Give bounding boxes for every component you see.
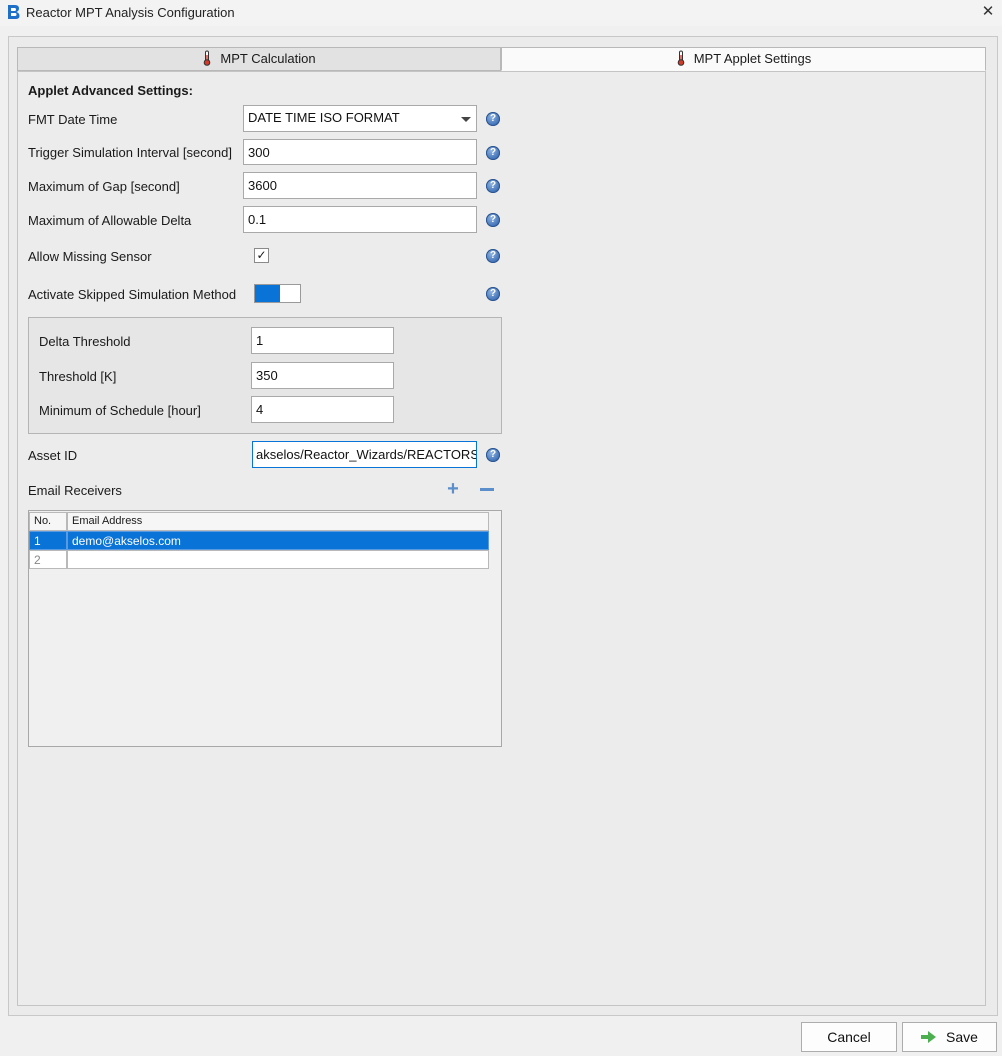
help-icon[interactable]: ?	[486, 112, 500, 126]
add-email-button[interactable]: +	[446, 479, 460, 499]
max-gap-label: Maximum of Gap [second]	[28, 179, 180, 194]
min-schedule-label: Minimum of Schedule [hour]	[39, 403, 201, 418]
asset-id-label: Asset ID	[28, 448, 78, 463]
toggle-on-indicator	[255, 285, 280, 302]
help-icon[interactable]: ?	[486, 213, 500, 227]
fmt-date-time-label: FMT Date Time	[28, 112, 118, 127]
column-header-no[interactable]: No.	[29, 512, 67, 531]
trigger-interval-label: Trigger Simulation Interval [second]	[28, 145, 233, 160]
max-gap-input[interactable]	[243, 172, 477, 199]
minus-icon	[480, 488, 494, 491]
threshold-k-input[interactable]	[251, 362, 394, 389]
max-delta-label: Maximum of Allowable Delta	[28, 213, 192, 228]
delta-threshold-input[interactable]	[251, 327, 394, 354]
help-icon[interactable]: ?	[486, 287, 500, 301]
help-icon[interactable]: ?	[486, 179, 500, 193]
trigger-interval-input[interactable]	[243, 139, 477, 165]
allow-missing-sensor-label: Allow Missing Sensor	[28, 249, 152, 264]
app-logo-icon	[8, 5, 20, 19]
fmt-date-time-select[interactable]: DATE TIME ISO FORMAT	[243, 105, 477, 132]
help-icon[interactable]: ?	[486, 146, 500, 160]
email-receivers-label: Email Receivers	[28, 483, 122, 498]
threshold-k-label: Threshold [K]	[39, 369, 117, 384]
fmt-date-time-value: DATE TIME ISO FORMAT	[248, 110, 400, 125]
asset-id-input[interactable]	[252, 441, 477, 468]
section-heading: Applet Advanced Settings:	[28, 83, 193, 98]
activate-skipped-label: Activate Skipped Simulation Method	[28, 287, 237, 302]
activate-skipped-toggle[interactable]	[254, 284, 301, 303]
close-window-button[interactable]: ✕	[974, 1, 1002, 25]
delta-threshold-label: Delta Threshold	[39, 334, 131, 349]
save-label: Save	[946, 1029, 978, 1045]
thermometer-icon	[677, 50, 685, 66]
tab-mpt-applet-settings[interactable]: MPT Applet Settings	[501, 47, 986, 71]
window-title: Reactor MPT Analysis Configuration	[26, 5, 235, 20]
column-header-email[interactable]: Email Address	[67, 512, 489, 531]
cancel-button[interactable]: Cancel	[801, 1022, 897, 1052]
chevron-down-icon[interactable]	[461, 117, 471, 122]
save-button[interactable]: Save	[902, 1022, 997, 1052]
remove-email-button[interactable]	[480, 482, 496, 496]
arrow-right-icon	[921, 1030, 937, 1043]
max-delta-input[interactable]	[243, 206, 477, 233]
help-icon[interactable]: ?	[486, 249, 500, 263]
table-cell-email[interactable]: demo@akselos.com	[67, 531, 489, 550]
min-schedule-input[interactable]	[251, 396, 394, 423]
help-icon[interactable]: ?	[486, 448, 500, 462]
table-cell-no[interactable]: 1	[29, 531, 67, 550]
thermometer-icon	[204, 50, 211, 66]
tab-label: MPT Calculation	[220, 51, 316, 66]
table-cell-no[interactable]: 2	[29, 550, 67, 569]
allow-missing-sensor-checkbox[interactable]: ✓	[254, 248, 269, 263]
table-cell-email[interactable]	[67, 550, 489, 569]
tab-label: MPT Applet Settings	[693, 51, 812, 66]
tab-mpt-calculation[interactable]: MPT Calculation	[17, 47, 501, 71]
